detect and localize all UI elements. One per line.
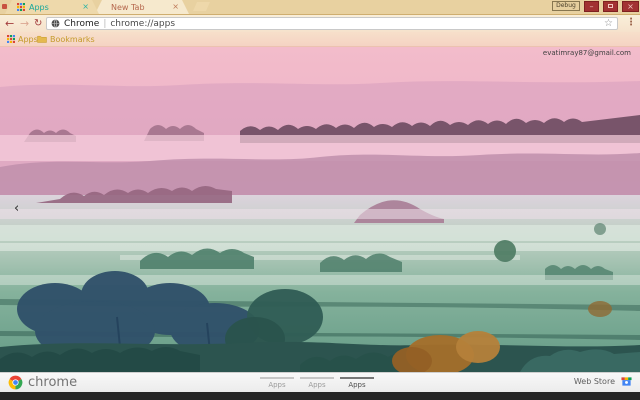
debug-badge[interactable]: Debug (552, 1, 580, 11)
page-indicator-bar (300, 377, 334, 379)
maximize-button[interactable] (603, 1, 618, 12)
chrome-brand-label: chrome (28, 375, 78, 390)
new-tab-button[interactable] (193, 2, 210, 11)
tab-label: New Tab (111, 2, 145, 12)
bookmark-label: Bookmarks (50, 34, 95, 44)
close-button[interactable]: × (622, 1, 639, 12)
maximize-icon (608, 4, 613, 8)
wallpaper-image (0, 47, 640, 372)
page-indicator-bar (260, 377, 294, 379)
chrome-logo-icon (8, 375, 23, 390)
menu-dots-icon[interactable]: ⋮ (626, 17, 636, 28)
web-store-link[interactable]: Web Store (574, 376, 632, 387)
launcher-page-3[interactable]: Apps (337, 375, 377, 389)
apps-grid-icon (7, 35, 15, 43)
omnibox[interactable]: Chrome | chrome://apps ☆ (46, 17, 618, 30)
page-label: Apps (268, 381, 286, 389)
omnibox-site-name: Chrome (64, 18, 100, 29)
omnibox-url[interactable]: chrome://apps (110, 19, 604, 29)
taskbar-strip (0, 392, 640, 400)
toolbar: ← → ↻ Chrome | chrome://apps ☆ ⋮ (0, 14, 640, 32)
page-indicator-bar (340, 377, 374, 379)
page-label: Apps (348, 381, 366, 389)
bookmarks-bar: Apps Bookmarks (0, 32, 640, 47)
bookmark-item-apps[interactable]: Apps (7, 32, 38, 46)
omnibox-separator: | (103, 18, 107, 29)
launcher-page-1[interactable]: Apps (257, 375, 297, 389)
chrome-brand: chrome (8, 375, 77, 390)
globe-icon (51, 19, 60, 28)
tab-strip: Apps × New Tab × Debug – × (0, 0, 640, 14)
forward-button[interactable]: → (20, 16, 29, 31)
page-label: Apps (308, 381, 326, 389)
web-store-icon (621, 377, 632, 386)
launcher-bar: chrome Apps Apps Apps Web Store (0, 372, 640, 392)
bookmark-star-icon[interactable]: ☆ (604, 18, 613, 29)
web-store-label: Web Store (573, 377, 615, 386)
folder-icon (37, 35, 47, 43)
apps-page-content: evatimray87@gmail.com ‹ (0, 47, 640, 372)
tab-close-icon[interactable]: × (172, 3, 179, 11)
window-icon (2, 4, 7, 9)
tab-apps[interactable]: Apps × (5, 0, 99, 14)
back-button[interactable]: ← (5, 16, 14, 31)
apps-grid-icon (17, 3, 25, 11)
tab-close-icon[interactable]: × (82, 3, 89, 11)
bookmark-label: Apps (18, 34, 38, 44)
tab-label: Apps (29, 2, 49, 12)
profile-email[interactable]: evatimray87@gmail.com (543, 49, 631, 57)
minimize-button[interactable]: – (584, 1, 599, 12)
reload-button[interactable]: ↻ (34, 16, 42, 31)
bookmark-item-bookmarks[interactable]: Bookmarks (37, 32, 95, 46)
tab-new-tab[interactable]: New Tab × (95, 0, 189, 14)
launcher-pages: Apps Apps Apps (257, 375, 377, 389)
page-back-chevron[interactable]: ‹ (14, 202, 19, 215)
launcher-page-2[interactable]: Apps (297, 375, 337, 389)
